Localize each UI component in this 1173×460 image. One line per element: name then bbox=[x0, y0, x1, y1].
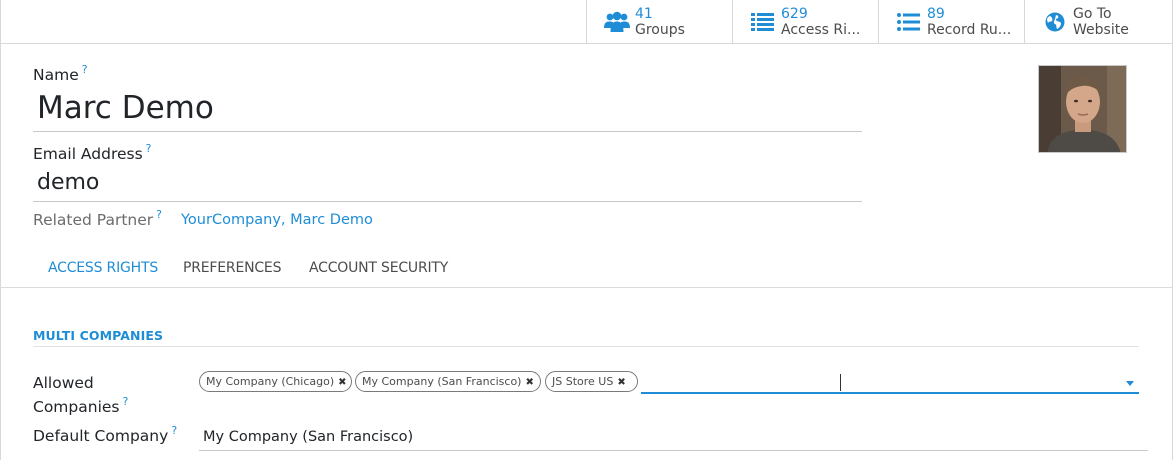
website-label: Website bbox=[1073, 21, 1129, 38]
access-rights-count: 629 bbox=[781, 5, 808, 22]
go-to-website-smart-button[interactable]: Go To Website bbox=[1024, 0, 1173, 43]
name-label: Name? bbox=[33, 63, 88, 84]
section-separator bbox=[33, 346, 1139, 347]
remove-tag-icon[interactable]: ✖ bbox=[338, 377, 346, 388]
remove-tag-icon[interactable]: ✖ bbox=[525, 377, 533, 388]
company-tag: JS Store US ✖ bbox=[545, 371, 638, 392]
record-rules-smart-button[interactable]: 89 Record Ru... bbox=[878, 0, 1024, 43]
allowed-companies-input[interactable] bbox=[641, 392, 1139, 394]
access-rights-label: Access Ri... bbox=[781, 21, 861, 38]
allowed-companies-field[interactable]: My Company (Chicago) ✖ My Company (San Fr… bbox=[199, 370, 1139, 394]
email-label: Email Address? bbox=[33, 142, 152, 163]
partner-help-icon[interactable]: ? bbox=[156, 208, 162, 221]
email-input[interactable]: demo bbox=[33, 168, 862, 202]
tab-account-security[interactable]: ACCOUNT SECURITY bbox=[309, 253, 448, 287]
notebook-tabs: ACCESS RIGHTS PREFERENCES ACCOUNT SECURI… bbox=[33, 253, 458, 288]
tab-preferences[interactable]: PREFERENCES bbox=[183, 253, 281, 287]
list-icon bbox=[896, 9, 922, 35]
name-help-icon[interactable]: ? bbox=[82, 63, 88, 76]
tab-divider bbox=[0, 287, 1173, 288]
name-input[interactable]: Marc Demo bbox=[33, 88, 862, 132]
multi-companies-title: MULTI COMPANIES bbox=[33, 328, 164, 343]
default-company-label: Default Company? bbox=[33, 424, 178, 445]
groups-count: 41 bbox=[635, 5, 653, 22]
globe-icon bbox=[1042, 9, 1068, 35]
access-rights-smart-button[interactable]: 629 Access Ri... bbox=[732, 0, 878, 43]
avatar[interactable] bbox=[1038, 65, 1127, 153]
groups-label: Groups bbox=[635, 21, 685, 38]
text-cursor bbox=[840, 374, 841, 391]
allowed-companies-label: Allowed Companies? bbox=[33, 374, 129, 416]
list-icon bbox=[750, 9, 776, 35]
tab-access-rights[interactable]: ACCESS RIGHTS bbox=[48, 253, 158, 287]
email-help-icon[interactable]: ? bbox=[146, 142, 152, 155]
company-tag: My Company (San Francisco) ✖ bbox=[355, 371, 541, 392]
related-partner-link[interactable]: YourCompany, Marc Demo bbox=[181, 212, 373, 228]
related-partner-label: Related Partner? bbox=[33, 208, 162, 229]
users-icon bbox=[604, 9, 630, 35]
chevron-down-icon[interactable] bbox=[1126, 381, 1134, 386]
company-tag: My Company (Chicago) ✖ bbox=[199, 371, 352, 392]
record-rules-label: Record Ru... bbox=[927, 21, 1012, 38]
record-rules-count: 89 bbox=[927, 5, 945, 22]
remove-tag-icon[interactable]: ✖ bbox=[617, 377, 625, 388]
default-company-help-icon[interactable]: ? bbox=[171, 424, 177, 437]
smart-button-bar: 41 Groups 629 Access Ri... 89 Record Ru.… bbox=[0, 0, 1173, 44]
default-company-select[interactable]: My Company (San Francisco) bbox=[199, 426, 1148, 451]
go-to-label: Go To bbox=[1073, 5, 1112, 22]
groups-smart-button[interactable]: 41 Groups bbox=[586, 0, 732, 43]
allowed-companies-help-icon[interactable]: ? bbox=[122, 395, 128, 408]
